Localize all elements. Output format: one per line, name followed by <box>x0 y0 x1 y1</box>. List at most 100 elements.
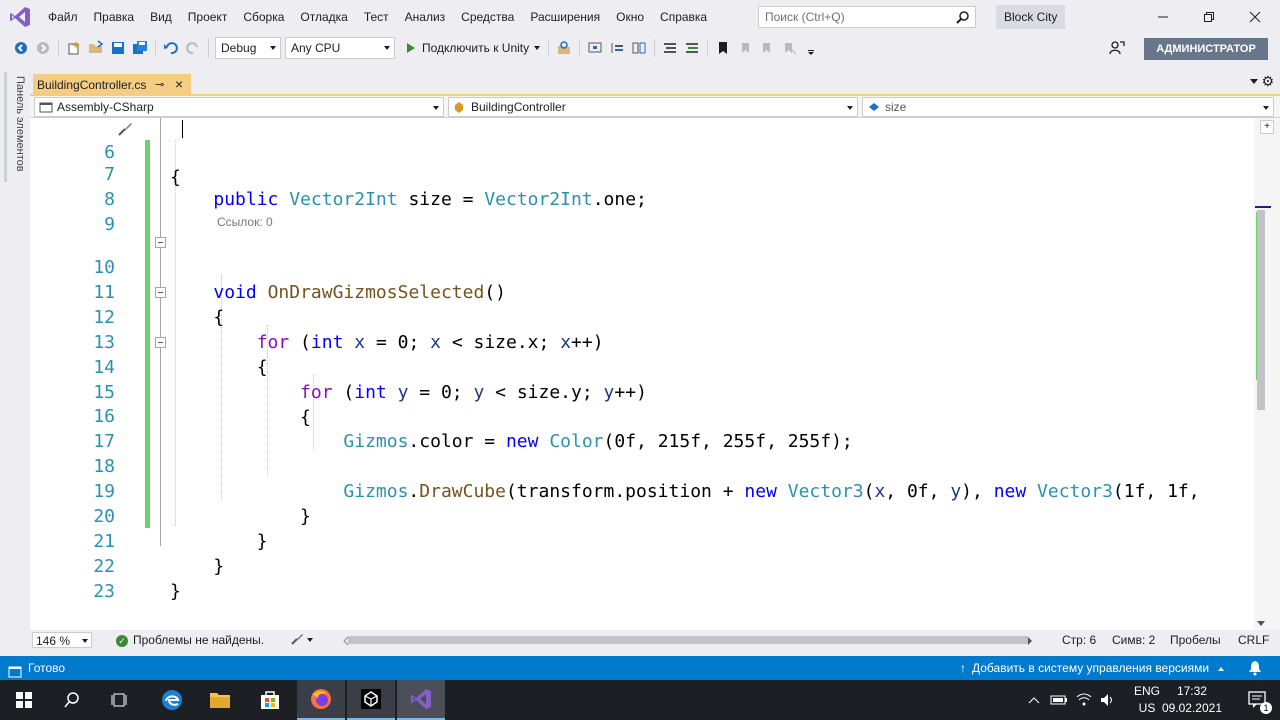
unity-icon[interactable] <box>347 680 395 720</box>
chevron-up-icon <box>1218 666 1225 671</box>
text-caret <box>182 120 183 138</box>
scroll-thumb[interactable] <box>1257 210 1265 410</box>
settings-icon[interactable]: ⚙ <box>1261 73 1274 90</box>
layout-icon[interactable] <box>629 38 649 58</box>
next-bookmark-icon[interactable] <box>757 38 777 58</box>
solution-name-badge: Block City <box>996 5 1066 29</box>
redo-icon[interactable] <box>183 38 203 58</box>
code-line-19: 19 } <box>30 454 1254 527</box>
toolbar-options-icon[interactable] <box>801 38 821 58</box>
input-language-indicator[interactable]: ENG US <box>1134 680 1160 720</box>
menu-file[interactable]: Файл <box>40 0 86 34</box>
menu-debug[interactable]: Отладка <box>292 0 355 34</box>
column-indicator[interactable]: Симв: 2 <box>1112 632 1155 648</box>
menu-edit[interactable]: Правка <box>86 0 143 34</box>
file-explorer-icon[interactable] <box>196 680 244 720</box>
admin-account-button[interactable]: АДМИНИСТРАТОР <box>1144 38 1268 60</box>
clock[interactable]: 17:32 09.02.2021 <box>1162 680 1222 720</box>
code-cleanup-icon[interactable] <box>290 632 314 648</box>
vertical-scrollbar[interactable]: + <box>1254 118 1280 630</box>
horizontal-scroll-thumb[interactable] <box>348 636 1028 644</box>
code-line-15: 15 { <box>30 355 1254 428</box>
chevron-down-icon <box>384 46 390 50</box>
split-editor-icon[interactable]: + <box>1260 120 1274 134</box>
zoom-select[interactable]: 146 % <box>32 632 92 648</box>
battery-icon[interactable] <box>1050 680 1068 720</box>
codelens-references[interactable]: Ссылок: 0 <box>217 215 273 229</box>
attach-unity-label: Подключить к Unity <box>422 41 530 55</box>
windows-start-icon[interactable] <box>0 680 48 720</box>
project-dropdown[interactable]: Assembly-CSharp <box>34 97 444 117</box>
pin-icon[interactable]: ⊸ <box>155 78 164 91</box>
notification-count-badge: 1 <box>1260 702 1272 714</box>
toolbox-tab[interactable]: Панель элементов <box>4 72 26 182</box>
search-input[interactable]: Поиск (Ctrl+Q) <box>758 6 976 28</box>
find-in-files-icon[interactable] <box>554 38 574 58</box>
line-ending-indicator[interactable]: CRLF <box>1238 632 1269 648</box>
bookmark-icon[interactable] <box>713 38 733 58</box>
network-icon[interactable] <box>1076 680 1092 720</box>
code-line-9: 9 <box>30 187 1254 235</box>
menu-test[interactable]: Тест <box>356 0 397 34</box>
undo-icon[interactable] <box>161 38 181 58</box>
problems-indicator[interactable]: ✓ Проблемы не найдены. <box>116 632 264 648</box>
visual-studio-taskbar-icon[interactable] <box>397 680 445 720</box>
search-icon <box>956 10 970 27</box>
tab-building-controller[interactable]: BuildingController.cs ⊸ × <box>33 74 191 96</box>
zoom-value: 146 % <box>36 634 71 648</box>
back-icon[interactable] <box>11 38 31 58</box>
tray-expand-icon[interactable] <box>1028 680 1040 720</box>
task-view-icon[interactable] <box>96 680 144 720</box>
menu-analyze[interactable]: Анализ <box>397 0 454 34</box>
save-icon[interactable] <box>108 38 128 58</box>
menu-project[interactable]: Проект <box>180 0 236 34</box>
add-source-control-button[interactable]: ↑ Добавить в систему управления версиями <box>960 656 1225 680</box>
search-placeholder: Поиск (Ctrl+Q) <box>765 10 845 24</box>
minimize-icon[interactable] <box>1152 6 1174 28</box>
toolbar-separator <box>548 39 550 57</box>
menu-help[interactable]: Справка <box>652 0 715 34</box>
store-icon[interactable] <box>246 680 294 720</box>
restore-icon[interactable] <box>1198 6 1220 28</box>
code-line-17: 17 <box>30 404 1254 452</box>
clear-bookmarks-icon[interactable] <box>779 38 799 58</box>
visual-studio-logo-icon <box>0 0 40 34</box>
member-dropdown[interactable]: size <box>862 97 1274 117</box>
whitespace-indicator[interactable]: Пробелы <box>1170 632 1221 648</box>
volume-icon[interactable] <box>1100 680 1116 720</box>
scroll-right-icon[interactable] <box>1026 634 1034 650</box>
forward-icon[interactable] <box>33 38 53 58</box>
step-icon[interactable] <box>607 38 627 58</box>
taskbar-search-icon[interactable] <box>48 680 96 720</box>
live-share-icon[interactable] <box>1107 38 1127 58</box>
action-center-icon[interactable]: 1 <box>1248 680 1272 720</box>
save-all-icon[interactable] <box>130 38 150 58</box>
toolbar-separator <box>579 39 581 57</box>
comment-icon[interactable] <box>660 38 680 58</box>
attach-unity-button[interactable]: Подключить к Unity <box>403 37 544 59</box>
uncomment-icon[interactable] <box>682 38 702 58</box>
close-icon[interactable] <box>1244 6 1266 28</box>
toolbar-separator <box>58 39 59 57</box>
configuration-select[interactable]: Debug <box>215 37 281 59</box>
open-file-icon[interactable] <box>86 38 106 58</box>
edge-browser-icon[interactable] <box>148 680 196 720</box>
firefox-icon[interactable] <box>297 680 345 720</box>
menu-tools[interactable]: Средства <box>453 0 522 34</box>
type-dropdown[interactable]: BuildingController <box>448 97 858 117</box>
line-indicator[interactable]: Стр: 6 <box>1062 632 1096 648</box>
menu-extensions[interactable]: Расширения <box>522 0 608 34</box>
code-editor[interactable]: Ссылок: 0 6 { 7 public Vector2Int size =… <box>30 118 1254 630</box>
close-tab-icon[interactable]: × <box>175 76 183 92</box>
new-project-icon[interactable] <box>64 38 84 58</box>
menu-build[interactable]: Сборка <box>235 0 292 34</box>
code-line-18: 18 Gizmos.DrawCube(transform.position + … <box>30 429 1254 502</box>
output-window-icon[interactable] <box>8 662 22 678</box>
scroll-down-icon[interactable] <box>1257 621 1265 626</box>
screen-icon[interactable] <box>585 38 605 58</box>
menu-window[interactable]: Окно <box>608 0 652 34</box>
prev-bookmark-icon[interactable] <box>735 38 755 58</box>
tab-list-dropdown-icon[interactable] <box>1250 79 1258 84</box>
platform-select[interactable]: Any CPU <box>285 37 395 59</box>
menu-view[interactable]: Вид <box>142 0 180 34</box>
